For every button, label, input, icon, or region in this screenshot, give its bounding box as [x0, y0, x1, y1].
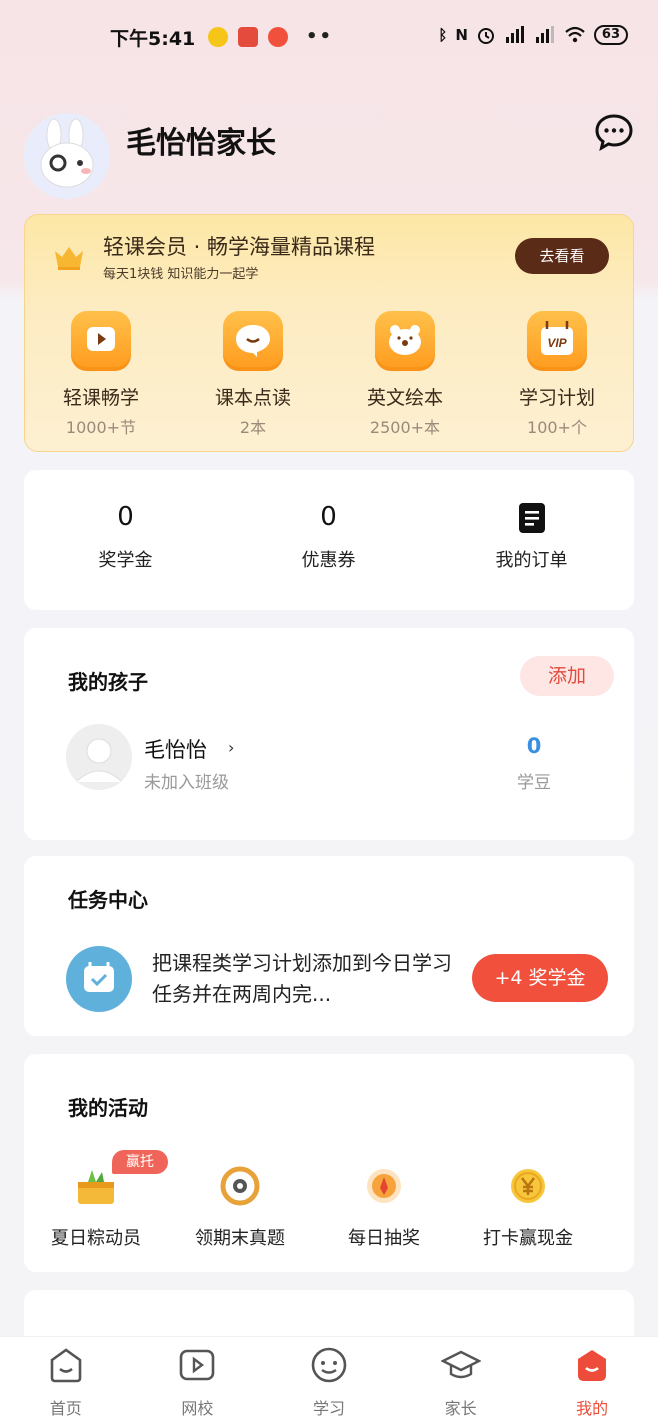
calendar-check-icon: [66, 946, 132, 1012]
tab-study[interactable]: 学习: [263, 1337, 395, 1426]
tab-label: 我的: [576, 1399, 609, 1418]
vip-item-count: 2本: [239, 418, 267, 437]
coupons-value: 0: [320, 502, 337, 532]
weibo-icon: [268, 26, 288, 47]
tab-label: 网校: [181, 1399, 214, 1418]
activity-label: 打卡赢现金: [483, 1228, 573, 1249]
activity-label: 夏日粽动员: [51, 1228, 141, 1249]
alarm-icon: [477, 28, 494, 44]
video-play-icon: [180, 1349, 215, 1381]
bottom-tab-bar: 首页 网校 学习 家长 我的: [0, 1336, 658, 1426]
target-ring-icon: [218, 1164, 262, 1208]
bunny-avatar-icon: [24, 113, 110, 199]
task-description: 把课程类学习计划添加到今日学习任务并在两周内完...: [152, 951, 452, 1006]
scholarship-value: 0: [117, 502, 134, 532]
stat-orders[interactable]: 我的订单: [430, 470, 633, 610]
vip-item-label: 课本点读: [214, 387, 291, 409]
vip-item-count: 2500+本: [369, 418, 441, 437]
more-notifications-icon: ••: [306, 26, 334, 47]
nfc-icon: N: [455, 26, 468, 44]
status-bar: 下午5:41 •• ᛒ N 63: [0, 0, 658, 72]
vip-features: 轻课畅学 1000+节 课本点读 2本 英文绘本 2500+本 VIP 学习计划…: [25, 311, 635, 438]
vip-item-courses[interactable]: 轻课畅学 1000+节: [25, 311, 177, 438]
bluetooth-icon: ᛒ: [438, 26, 448, 44]
hd-signal-icon: [505, 26, 524, 43]
page-title: 毛怡怡家长: [126, 126, 276, 161]
activity-exam[interactable]: 领期末真题: [168, 1164, 312, 1250]
child-beans-value[interactable]: 0: [506, 734, 562, 758]
default-user-icon: [66, 724, 132, 790]
vip-item-count: 1000+节: [65, 418, 137, 437]
chevron-right-icon[interactable]: ›: [228, 738, 234, 757]
crown-icon: [55, 247, 83, 270]
vip-item-label: 英文绘本: [366, 387, 443, 409]
lottery-icon: [362, 1164, 406, 1208]
task-reward-button[interactable]: +4 奖学金: [472, 954, 608, 1002]
tab-home[interactable]: 首页: [0, 1337, 132, 1426]
vip-item-label: 轻课畅学: [62, 387, 139, 409]
my-activities-card: 我的活动 赢托比 夏日粽动员 领期末真题 每日抽奖 打卡赢现金: [24, 1054, 634, 1272]
add-child-button[interactable]: 添加: [520, 656, 614, 696]
tab-label: 家长: [444, 1399, 477, 1418]
vip-title: 轻课会员 · 畅学海量精品课程: [103, 235, 376, 259]
task-center-card: 任务中心 把课程类学习计划添加到今日学习任务并在两周内完... +4 奖学金: [24, 856, 634, 1036]
activity-lottery[interactable]: 每日抽奖: [312, 1164, 456, 1250]
my-children-card: 我的孩子 添加 毛怡怡 › 未加入班级 0 学豆: [24, 628, 634, 840]
stats-card: 0 奖学金 0 优惠券 我的订单: [24, 470, 634, 610]
order-list-icon: [518, 503, 545, 533]
stat-coupons[interactable]: 0 优惠券: [227, 470, 430, 610]
activity-summer[interactable]: 赢托比 夏日粽动员: [24, 1150, 168, 1250]
status-time: 下午5:41: [110, 28, 196, 50]
leaf-app-icon: [208, 26, 228, 47]
orders-label: 我的订单: [495, 550, 568, 571]
vip-membership-card[interactable]: 轻课会员 · 畅学海量精品课程 每天1块钱 知识能力一起学 去看看 轻课畅学 1…: [24, 214, 634, 452]
section-title: 任务中心: [68, 888, 148, 912]
activities-grid: 赢托比 夏日粽动员 领期末真题 每日抽奖 打卡赢现金: [24, 1150, 634, 1250]
vip-icon-text: VIP: [547, 336, 567, 350]
vip-icon: VIP: [527, 311, 587, 371]
section-title: 我的孩子: [68, 670, 148, 694]
avatar[interactable]: [24, 113, 110, 199]
child-class-status: 未加入班级: [144, 773, 229, 793]
wifi-icon: [565, 26, 585, 43]
tab-label: 学习: [312, 1399, 345, 1418]
status-right-icons: ᛒ N 63: [438, 25, 628, 45]
profile-face-icon: [578, 1350, 607, 1381]
child-avatar[interactable]: [66, 724, 132, 790]
smile-face-icon: [311, 1347, 347, 1383]
activity-label: 每日抽奖: [348, 1228, 420, 1249]
battery-indicator: 63: [593, 25, 628, 45]
vip-go-button[interactable]: 去看看: [515, 238, 609, 274]
yuan-coin-icon: [506, 1164, 550, 1208]
child-name[interactable]: 毛怡怡: [144, 734, 207, 764]
scholarship-label: 奖学金: [98, 550, 153, 571]
activity-badge: 赢托比: [112, 1150, 168, 1194]
speech-bubble-icon: [223, 311, 283, 371]
vip-item-study-plan[interactable]: VIP 学习计划 100+个: [481, 311, 633, 438]
home-icon: [50, 1348, 82, 1383]
tab-label: 首页: [49, 1399, 82, 1418]
stat-scholarship[interactable]: 0 奖学金: [24, 470, 227, 610]
tab-mine[interactable]: 我的: [526, 1337, 658, 1426]
coupons-label: 优惠券: [301, 550, 356, 571]
vip-item-textbook[interactable]: 课本点读 2本: [177, 311, 329, 438]
bear-icon: [375, 311, 435, 371]
activity-label: 领期末真题: [195, 1228, 285, 1249]
vip-item-count: 100+个: [527, 418, 587, 437]
tab-parent[interactable]: 家长: [395, 1337, 527, 1426]
child-beans-label: 学豆: [517, 773, 551, 793]
tab-online-school[interactable]: 网校: [132, 1337, 264, 1426]
signal-icon: [535, 26, 554, 43]
vip-item-picturebook[interactable]: 英文绘本 2500+本: [329, 311, 481, 438]
play-video-icon: [71, 311, 131, 371]
vip-item-label: 学习计划: [518, 387, 595, 409]
section-title: 我的活动: [68, 1096, 148, 1120]
graduation-cap-icon: [439, 1350, 482, 1379]
chat-bubble-icon[interactable]: [594, 112, 634, 152]
red-app-icon: [238, 26, 258, 47]
activity-checkin[interactable]: 打卡赢现金: [456, 1164, 600, 1250]
vip-subtitle: 每天1块钱 知识能力一起学: [103, 267, 259, 282]
status-left-icons: ••: [208, 26, 333, 47]
